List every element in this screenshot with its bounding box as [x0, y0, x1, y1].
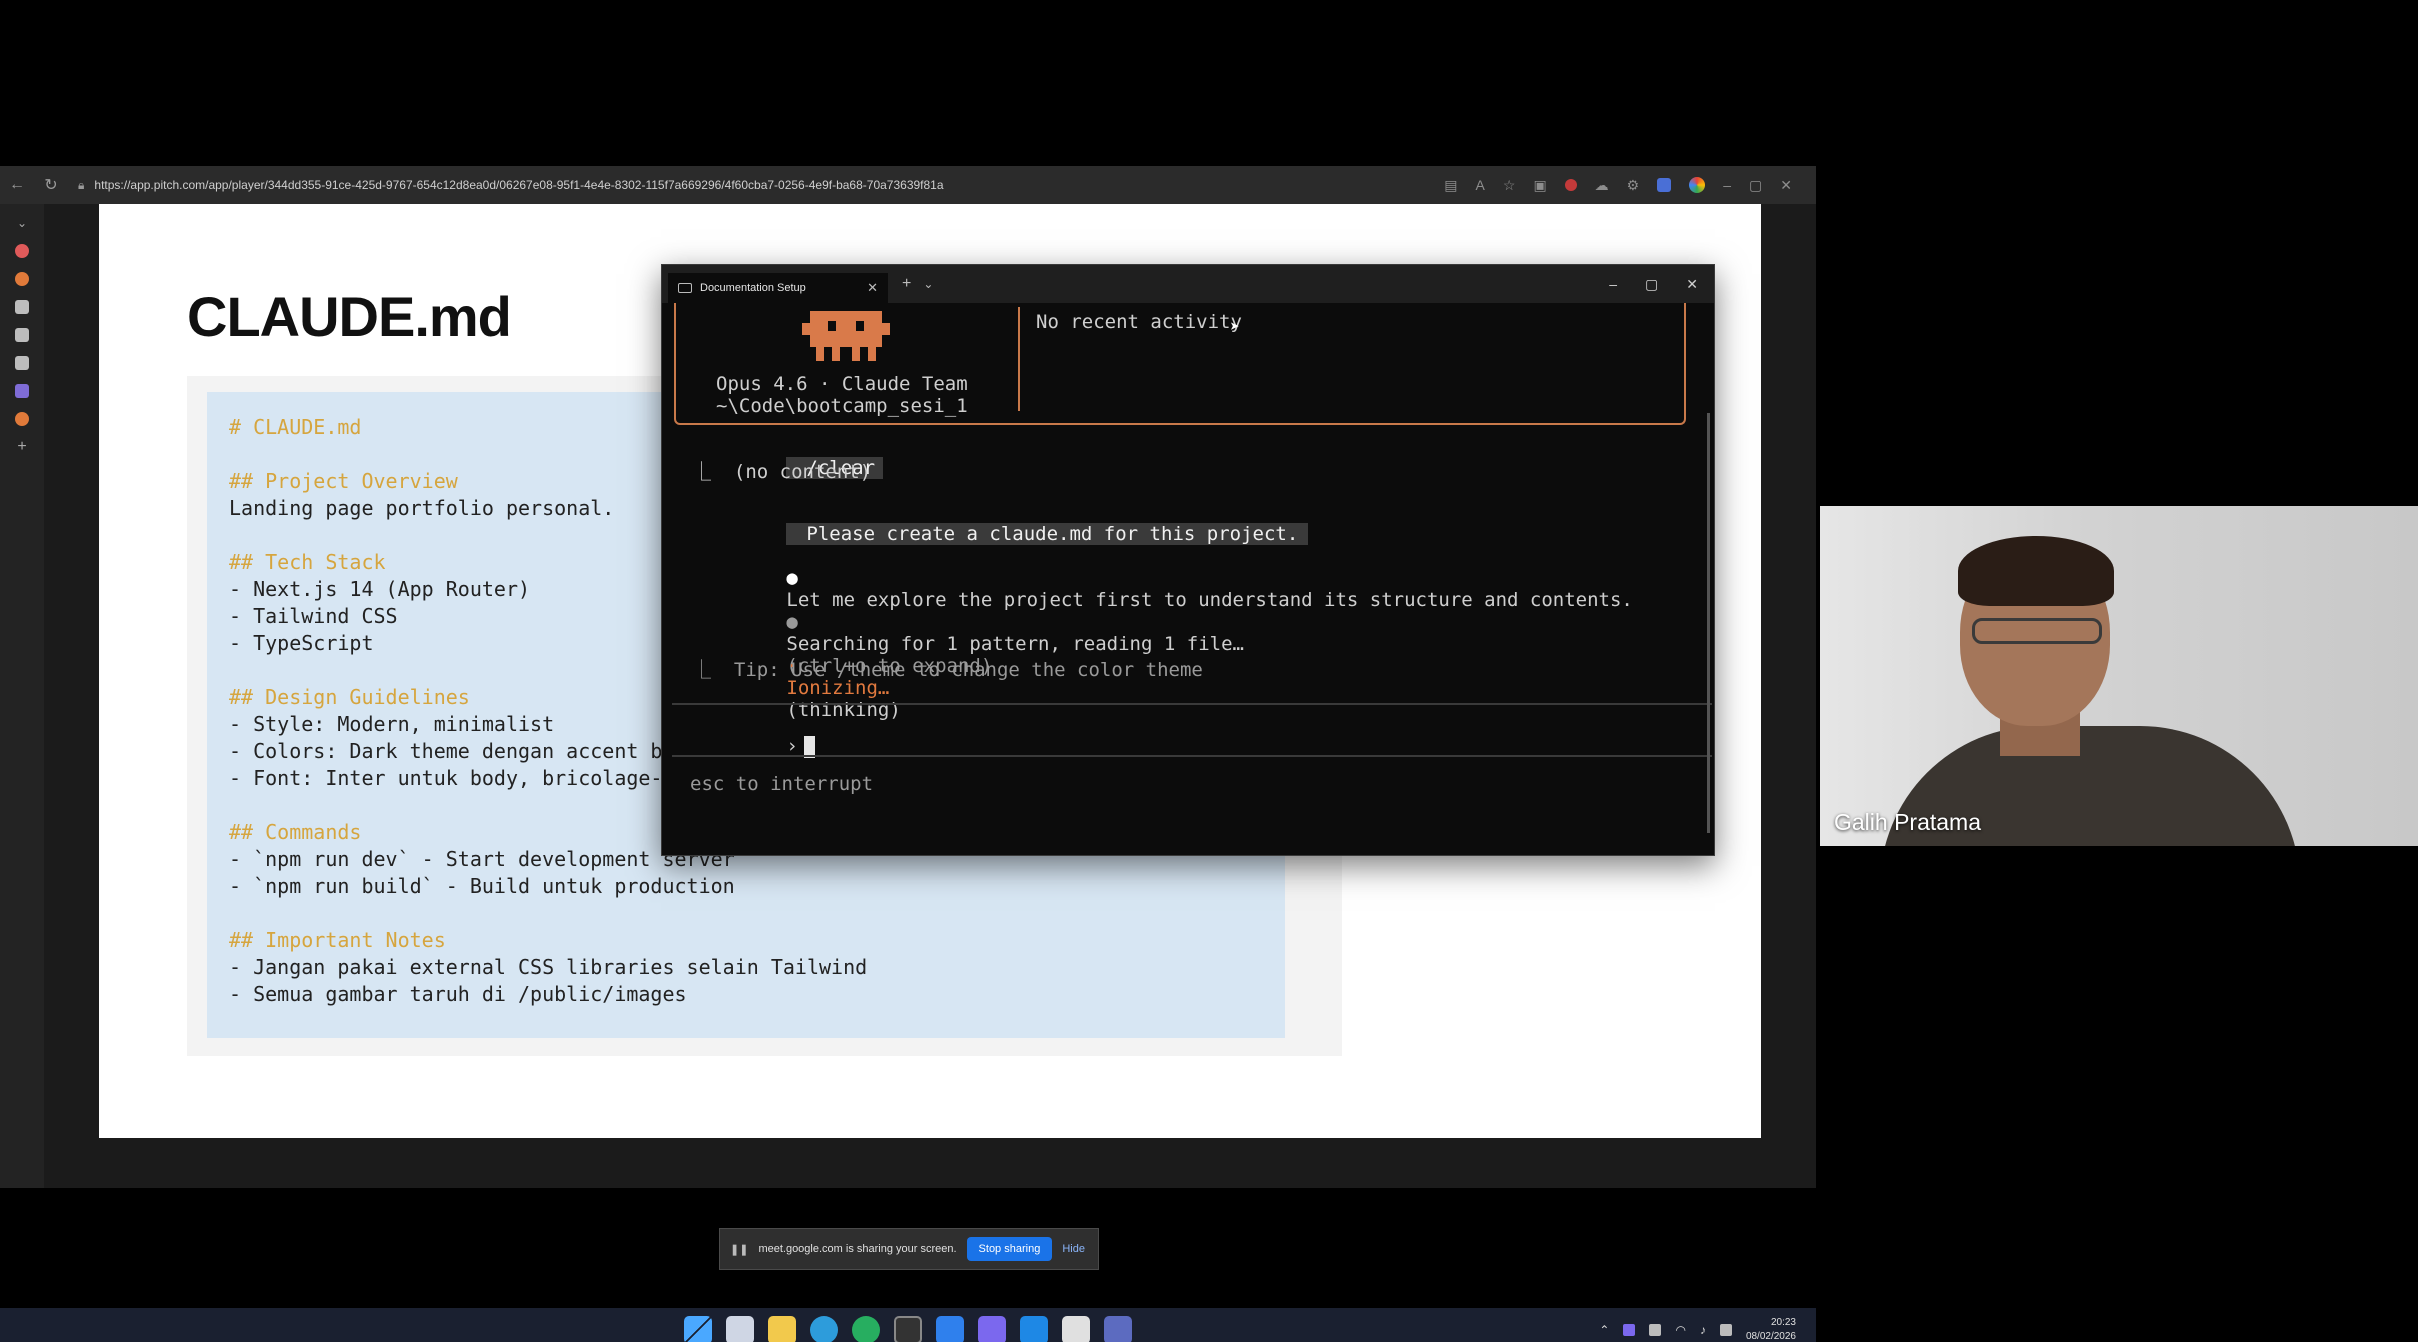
user-prompt-text: Please create a claude.md for this proje…	[786, 523, 1309, 545]
hide-button[interactable]: Hide	[1062, 1243, 1085, 1255]
tab-title: Documentation Setup	[700, 282, 806, 294]
clock-time: 20:23	[1770, 1317, 1796, 1328]
browser-icon[interactable]	[852, 1316, 880, 1342]
app-icon[interactable]	[1104, 1316, 1132, 1342]
tray-app-icon[interactable]	[1649, 1324, 1662, 1336]
code-line: - `npm run build` - Build untuk producti…	[229, 874, 735, 898]
share-message: meet.google.com is sharing your screen.	[758, 1243, 957, 1255]
banner-divider	[1018, 307, 1020, 411]
meeting-view: ← ↻ 🔒︎ https://app.pitch.com/app/player/…	[0, 0, 2418, 1342]
terminal-scrollbar[interactable]	[1707, 413, 1710, 833]
chevron-up-icon[interactable]: ⌃	[1599, 1323, 1609, 1337]
store-icon[interactable]	[1062, 1316, 1090, 1342]
reload-icon[interactable]: ↻	[34, 166, 68, 204]
welcome-banner: Opus 4.6 · Claude Team ~\Code\bootcamp_s…	[674, 303, 1686, 425]
stop-sharing-button[interactable]: Stop sharing	[966, 1237, 1053, 1261]
input-line[interactable]: ›	[672, 713, 815, 780]
tray-app-icon[interactable]	[1623, 1324, 1636, 1336]
terminal-app-icon[interactable]	[894, 1316, 922, 1342]
cloud-icon[interactable]: ☁	[1595, 177, 1609, 194]
recent-activity: No recent activity	[1036, 311, 1242, 333]
battery-icon[interactable]	[1719, 1324, 1732, 1336]
participant-hair	[1958, 536, 2114, 606]
clock[interactable]: 20:23 08/02/2026	[1746, 1316, 1796, 1342]
window-close-icon[interactable]: ✕	[1780, 177, 1792, 194]
window-restore-icon[interactable]: ▢	[1749, 177, 1762, 194]
sidebar-app-icon[interactable]	[15, 328, 29, 342]
edge-icon[interactable]	[810, 1316, 838, 1342]
terminal-titlebar: Documentation Setup ✕ + ⌄ – ▢ ✕	[662, 265, 1714, 303]
minimize-button[interactable]: –	[1609, 276, 1617, 293]
teams-icon[interactable]	[978, 1316, 1006, 1342]
browser-sidebar: ⌄ +	[0, 204, 44, 1188]
close-button[interactable]: ✕	[1686, 276, 1698, 293]
extension-icon[interactable]: ▣	[1533, 177, 1546, 194]
volume-icon[interactable]: ♪	[1700, 1323, 1706, 1337]
read-aloud-icon[interactable]: A	[1476, 177, 1485, 193]
clock-date: 08/02/2026	[1745, 1331, 1796, 1342]
reader-icon[interactable]: ▤	[1444, 177, 1457, 194]
code-heading-line: ## Important Notes	[229, 928, 446, 952]
tab-dropdown-icon[interactable]: ⌄	[923, 277, 933, 291]
settings-icon[interactable]: ⚙	[1627, 177, 1640, 194]
terminal-window: Documentation Setup ✕ + ⌄ – ▢ ✕ Opus 4.6…	[661, 264, 1715, 856]
address-bar[interactable]: 🔒︎ https://app.pitch.com/app/player/344d…	[68, 166, 1444, 204]
sidebar-app-icon[interactable]	[15, 384, 29, 398]
chrome-icon[interactable]	[1689, 177, 1706, 193]
mouse-cursor-icon: ➤	[1230, 317, 1240, 336]
task-view-icon[interactable]	[726, 1316, 754, 1342]
sidebar-app-icon[interactable]	[15, 272, 29, 286]
record-icon[interactable]	[1564, 179, 1577, 191]
maximize-button[interactable]: ▢	[1645, 276, 1658, 293]
pause-icon: ❚❚	[730, 1243, 749, 1256]
file-explorer-icon[interactable]	[768, 1316, 796, 1342]
sidebar-app-icon[interactable]	[15, 356, 29, 370]
windows-start-icon[interactable]	[684, 1316, 712, 1342]
command-result: ⎿ (no content)	[692, 461, 872, 483]
browser-toolbar: ← ↻ 🔒︎ https://app.pitch.com/app/player/…	[0, 166, 1816, 204]
input-divider-top	[672, 703, 1712, 705]
shared-screen: ← ↻ 🔒︎ https://app.pitch.com/app/player/…	[0, 166, 1816, 1342]
window-minimize-icon[interactable]: –	[1723, 177, 1731, 193]
windows-taskbar: ⌃ ◠ ♪ 20:23 08/02/2026	[0, 1308, 1816, 1342]
bullet-icon: ●	[786, 567, 798, 589]
wifi-icon[interactable]: ◠	[1675, 1323, 1685, 1337]
sidebar-app-icon[interactable]	[15, 244, 29, 258]
chevron-down-icon[interactable]: ⌄	[15, 216, 29, 230]
prompt-symbol: ›	[786, 735, 798, 757]
model-info: Opus 4.6 · Claude Team	[716, 373, 968, 395]
terminal-icon	[678, 283, 692, 293]
taskbar-apps	[684, 1316, 1132, 1342]
plus-icon[interactable]: +	[15, 439, 29, 455]
interrupt-hint: esc to interrupt	[690, 773, 874, 795]
code-line: - Semua gambar taruh di /public/images	[229, 982, 687, 1006]
outlook-icon[interactable]	[936, 1316, 964, 1342]
tab-close-icon[interactable]: ✕	[867, 280, 878, 296]
lock-icon: 🔒︎	[78, 177, 85, 192]
code-line: - Jangan pakai external CSS libraries se…	[229, 955, 868, 979]
screen-share-bar: ❚❚ meet.google.com is sharing your scree…	[719, 1228, 1099, 1270]
mascot-icon	[802, 311, 890, 361]
window-controls: – ▢ ✕	[1609, 276, 1714, 293]
browser-extension-icons: ▤ A ☆ ▣ ☁ ⚙ – ▢ ✕	[1444, 177, 1816, 194]
terminal-tab[interactable]: Documentation Setup ✕	[668, 273, 888, 303]
tip-line: ⎿ Tip: Use /theme to change the color th…	[692, 659, 1203, 681]
bullet-icon: ●	[786, 611, 798, 633]
working-directory: ~\Code\bootcamp_sesi_1	[716, 395, 968, 417]
vscode-icon[interactable]	[1020, 1316, 1048, 1342]
arrow-left-icon[interactable]: ←	[0, 166, 34, 204]
system-tray: ⌃ ◠ ♪ 20:23 08/02/2026	[1599, 1316, 1796, 1342]
participant-video-tile[interactable]: Galih Pratama	[1820, 506, 2418, 846]
url-text: https://app.pitch.com/app/player/344dd35…	[94, 178, 944, 192]
participant-name: Galih Pratama	[1834, 809, 1982, 835]
slide-title: CLAUDE.md	[187, 285, 512, 348]
star-icon[interactable]: ☆	[1503, 177, 1516, 194]
profile-icon[interactable]	[1657, 178, 1672, 192]
sidebar-app-icon[interactable]	[15, 300, 29, 314]
participant-glasses	[1972, 618, 2102, 644]
input-divider-bottom	[672, 755, 1712, 757]
sidebar-app-icon[interactable]	[15, 412, 29, 426]
new-tab-button[interactable]: +	[902, 275, 911, 293]
